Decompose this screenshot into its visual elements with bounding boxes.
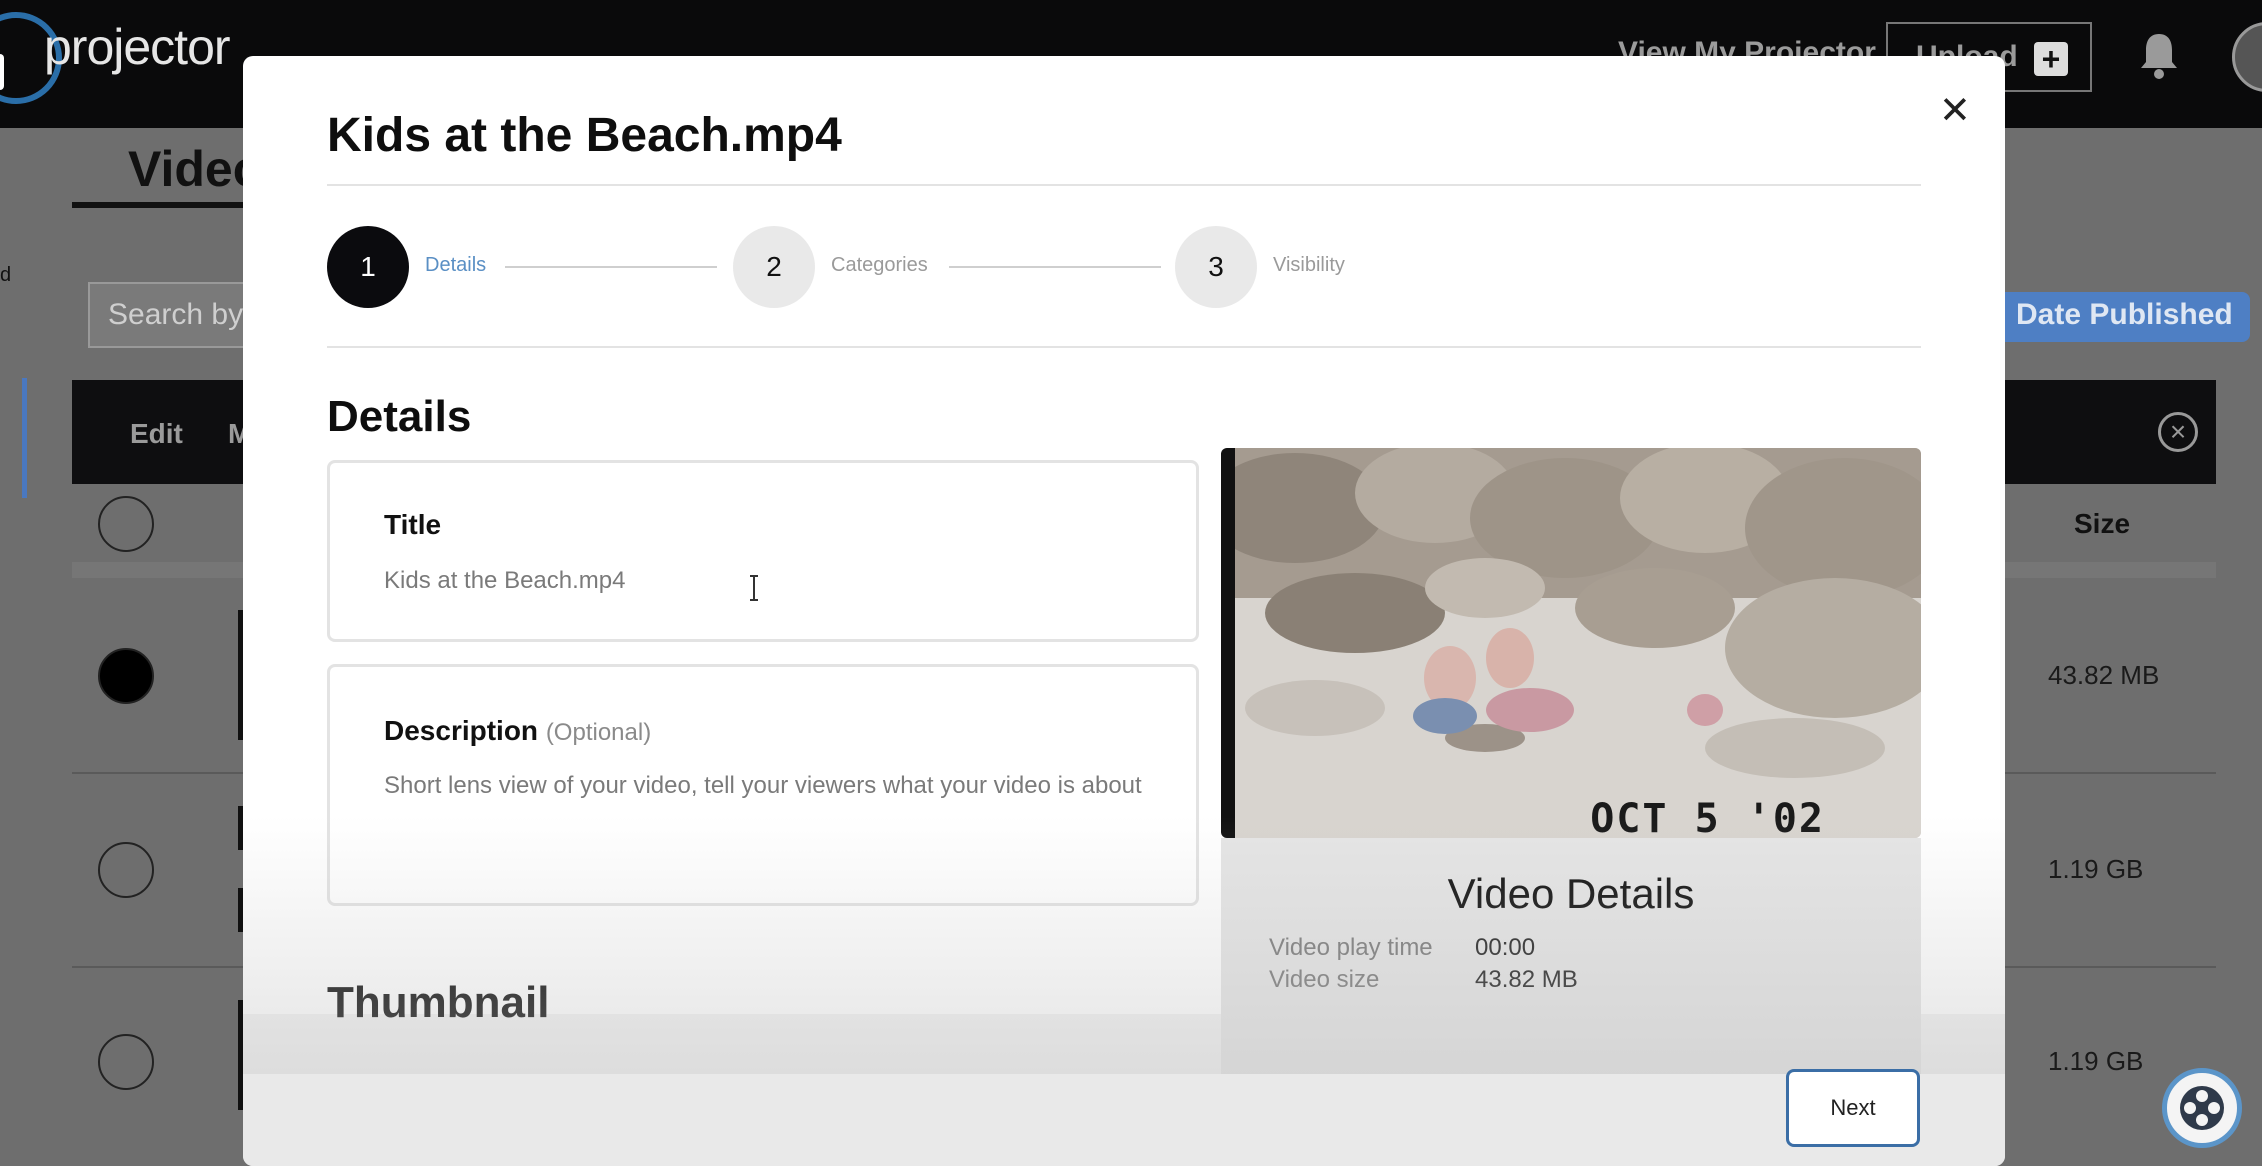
- divider: [327, 184, 1921, 186]
- divider: [327, 346, 1921, 348]
- text-cursor-icon: [750, 575, 758, 601]
- close-circle-icon[interactable]: ×: [2158, 412, 2198, 452]
- modal-title: Kids at the Beach.mp4: [327, 109, 842, 162]
- bell-icon[interactable]: [2138, 30, 2180, 80]
- title-input[interactable]: Kids at the Beach.mp4: [384, 567, 625, 595]
- step-connector: [949, 266, 1161, 268]
- step-3-label[interactable]: Visibility: [1273, 254, 1345, 277]
- play-time-label: Video play time: [1269, 934, 1433, 961]
- video-size-label: Video size: [1269, 966, 1380, 993]
- video-details-title: Video Details: [1447, 870, 1695, 917]
- user-avatar[interactable]: [2232, 22, 2262, 92]
- upload-details-modal: Kids at the Beach.mp4 ✕ 1 Details 2 Cate…: [243, 56, 2005, 1166]
- row-size: 43.82 MB: [2048, 660, 2160, 690]
- column-header-edit[interactable]: Edit: [130, 418, 183, 450]
- step-1-label[interactable]: Details: [425, 254, 486, 277]
- sidebar-fragment-text: d: [0, 264, 12, 286]
- step-connector: [505, 266, 717, 268]
- close-icon[interactable]: ✕: [1939, 92, 1971, 130]
- sort-label: Date Published: [2016, 298, 2233, 331]
- video-details-panel: Video Details Video play time 00:00 Vide…: [1221, 838, 1921, 1074]
- column-header-size: Size: [2074, 508, 2131, 539]
- logo-text[interactable]: projector: [44, 18, 231, 76]
- step-2-label[interactable]: Categories: [831, 254, 928, 277]
- row-select-radio[interactable]: [98, 648, 154, 704]
- play-time-value: 00:00: [1475, 934, 1536, 961]
- tab-underline: [72, 202, 252, 208]
- sidebar-active-marker: [22, 378, 27, 498]
- description-input[interactable]: Short lens view of your video, tell your…: [384, 771, 1144, 801]
- row-size: 1.19 GB: [2048, 1046, 2144, 1076]
- beach-rocks-image: [1235, 448, 1921, 838]
- row-select-radio[interactable]: [98, 1034, 154, 1090]
- next-button[interactable]: Next: [1786, 1069, 1920, 1147]
- film-reel-glyph: [2180, 1086, 2224, 1130]
- search-placeholder: Search by: [108, 298, 244, 331]
- logo-mark: [0, 54, 4, 90]
- select-all-radio[interactable]: [98, 496, 154, 552]
- plus-icon: +: [2034, 42, 2068, 76]
- section-title-thumbnail: Thumbnail: [327, 978, 550, 1027]
- modal-footer: [243, 1074, 2005, 1166]
- section-title-details: Details: [327, 392, 472, 441]
- title-field[interactable]: Title Kids at the Beach.mp4: [327, 460, 1199, 642]
- description-label-text: Description: [384, 715, 539, 746]
- step-3-circle[interactable]: 3: [1175, 226, 1257, 308]
- video-size-value: 43.82 MB: [1475, 966, 1578, 993]
- step-2-circle[interactable]: 2: [733, 226, 815, 308]
- video-datestamp: OCT 5 '02: [1590, 796, 1825, 838]
- row-select-radio[interactable]: [98, 842, 154, 898]
- video-preview[interactable]: OCT 5 '02: [1221, 448, 1921, 838]
- title-field-label: Title: [384, 509, 442, 540]
- row-size: 1.19 GB: [2048, 854, 2144, 884]
- film-reel-icon[interactable]: [2162, 1068, 2242, 1148]
- description-field-label: Description (Optional): [384, 715, 651, 747]
- sort-date-published-button[interactable]: Date Published: [1970, 292, 2250, 342]
- description-field[interactable]: Description (Optional) Short lens view o…: [327, 664, 1199, 906]
- optional-tag: (Optional): [545, 719, 652, 746]
- search-input[interactable]: Search by: [88, 282, 268, 348]
- step-1-circle[interactable]: 1: [327, 226, 409, 308]
